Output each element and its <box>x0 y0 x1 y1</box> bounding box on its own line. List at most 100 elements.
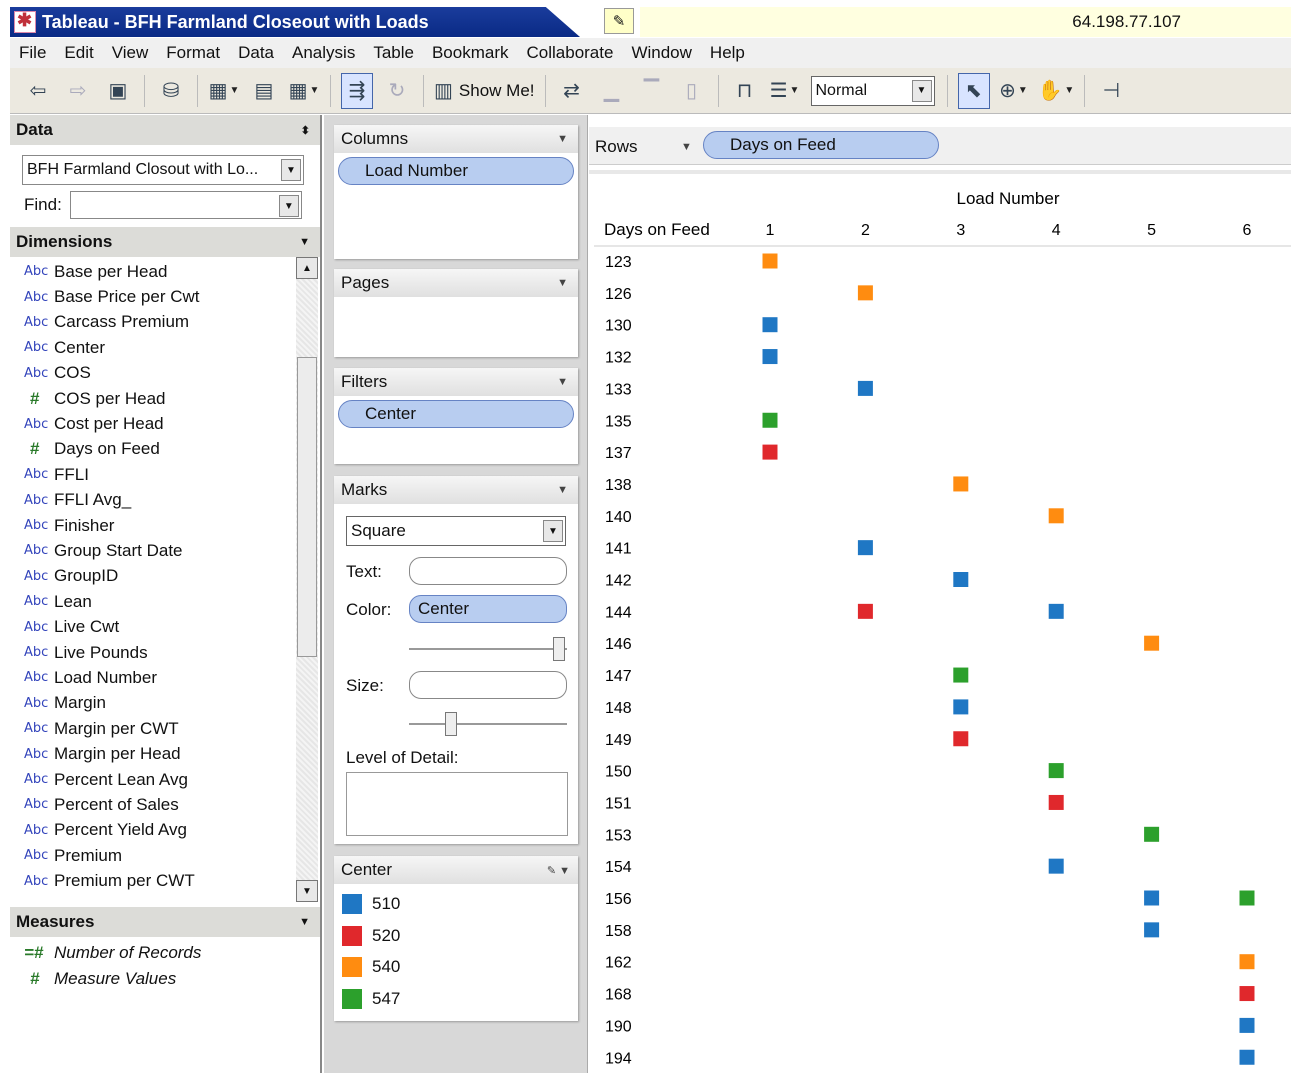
list-item[interactable]: Abc Base per Head <box>10 259 320 284</box>
chevron-down-icon[interactable]: ▼ <box>911 79 932 102</box>
columns-shelf[interactable]: Columns ▼ Load Number <box>334 125 578 259</box>
menu-collaborate[interactable]: Collaborate <box>518 43 623 63</box>
list-item[interactable]: Abc Margin <box>10 691 320 716</box>
sort-descending-icon[interactable]: ▔ <box>636 73 668 109</box>
size-slider[interactable] <box>409 712 567 736</box>
pan-hand-icon[interactable]: ✋ ▼ <box>1038 73 1075 109</box>
chevron-down-icon[interactable]: ▼ <box>557 376 568 388</box>
chevron-down-icon[interactable]: ▼ <box>557 484 568 496</box>
list-item[interactable]: Abc Margin per CWT <box>10 716 320 741</box>
list-item[interactable]: Abc Load Number <box>10 665 320 690</box>
filters-shelf[interactable]: Filters ▼ Center <box>334 368 578 464</box>
totals-icon[interactable]: ▯ <box>676 73 708 109</box>
labels-icon[interactable]: ☰ ▼ <box>769 73 801 109</box>
legend-item[interactable]: 520 <box>334 920 578 952</box>
legend-item[interactable]: 547 <box>334 983 578 1015</box>
menu-data[interactable]: Data <box>229 43 283 63</box>
scroll-up-icon[interactable]: ▲ <box>296 257 318 279</box>
legend-item[interactable]: 540 <box>334 951 578 983</box>
list-item[interactable]: Abc Finisher <box>10 513 320 538</box>
rows-shelf[interactable]: Rows ▼ Days on Feed <box>589 127 1291 165</box>
list-item[interactable]: Abc FFLI <box>10 462 320 487</box>
presentation-icon[interactable]: ⊓ <box>729 73 761 109</box>
list-item[interactable]: Abc Lean <box>10 589 320 614</box>
menu-bookmark[interactable]: Bookmark <box>423 43 518 63</box>
find-input[interactable]: ▼ <box>69 191 302 219</box>
chevron-down-icon[interactable]: ▼ <box>278 195 299 217</box>
list-item[interactable]: Abc Group Start Date <box>10 538 320 563</box>
dimensions-scrollbar[interactable]: ▲ ▼ <box>296 257 318 902</box>
color-field[interactable]: Center <box>409 595 567 623</box>
swap-axes-icon[interactable]: ⇄ <box>556 73 588 109</box>
visualization-area[interactable]: Load Number Days on Feed 1 2 3 4 5 6 123 126 130 13… <box>589 170 1291 1073</box>
chevron-down-icon[interactable]: ▼ <box>299 236 310 248</box>
menu-view[interactable]: View <box>103 43 158 63</box>
pin-icon[interactable]: ✎ <box>604 8 634 34</box>
text-field[interactable] <box>409 557 567 585</box>
sort-icon[interactable]: ⬍ <box>301 124 310 137</box>
list-item[interactable]: Abc Percent Yield Avg <box>10 818 320 843</box>
scroll-thumb[interactable] <box>297 357 317 657</box>
list-item[interactable]: Abc GroupID <box>10 564 320 589</box>
list-item[interactable]: # COS per Head <box>10 386 320 411</box>
chevron-down-icon[interactable]: ▼ <box>543 520 563 542</box>
size-field[interactable] <box>409 671 567 699</box>
chevron-down-icon[interactable]: ▼ <box>557 133 568 145</box>
scroll-down-icon[interactable]: ▼ <box>296 880 318 902</box>
menu-file[interactable]: File <box>10 43 55 63</box>
chevron-down-icon[interactable]: ▼ <box>557 277 568 289</box>
list-item[interactable]: =# Number of Records <box>10 940 320 966</box>
legend-item[interactable]: 510 <box>334 888 578 920</box>
menu-format[interactable]: Format <box>157 43 229 63</box>
show-me-button[interactable]: ▥ Show Me! <box>434 73 535 109</box>
list-item[interactable]: Abc Base Price per Cwt <box>10 284 320 309</box>
list-item[interactable]: Abc Premium <box>10 843 320 868</box>
chevron-down-icon[interactable]: ▼ <box>281 159 301 181</box>
pages-shelf[interactable]: Pages ▼ <box>334 269 578 357</box>
color-opacity-slider[interactable] <box>409 637 567 661</box>
slider-handle[interactable] <box>553 637 565 661</box>
list-item[interactable]: Abc Percent of Sales <box>10 792 320 817</box>
list-item[interactable]: Abc Percent Lean Avg <box>10 767 320 792</box>
clear-sheet-icon[interactable]: ▦ ▼ <box>288 73 320 109</box>
filters-pill[interactable]: Center <box>338 400 574 428</box>
menu-analysis[interactable]: Analysis <box>283 43 364 63</box>
save-icon[interactable]: ▣ <box>102 73 134 109</box>
zoom-icon[interactable]: ⊕ ▼ <box>998 73 1030 109</box>
list-item[interactable]: Abc Margin per Head <box>10 741 320 766</box>
columns-pill[interactable]: Load Number <box>338 157 574 185</box>
mark-type-select[interactable]: Square ▼ <box>346 516 566 546</box>
list-item[interactable]: Abc Live Pounds <box>10 640 320 665</box>
list-item[interactable]: Abc Center <box>10 335 320 360</box>
slider-handle[interactable] <box>445 712 457 736</box>
new-worksheet-icon[interactable]: ▦ ▼ <box>208 73 240 109</box>
auto-update-icon[interactable]: ⇶ <box>341 72 373 109</box>
list-item[interactable]: # Measure Values <box>10 966 320 992</box>
menu-edit[interactable]: Edit <box>55 43 102 63</box>
rows-pill[interactable]: Days on Feed <box>703 131 939 159</box>
refresh-icon[interactable]: ↻ <box>381 73 413 109</box>
back-arrow-icon[interactable]: ⇦ <box>22 73 54 109</box>
pin-axis-icon[interactable]: ⊣ <box>1095 73 1127 109</box>
chevron-down-icon[interactable]: ▼ <box>299 916 310 928</box>
list-item[interactable]: # Days on Feed <box>10 437 320 462</box>
list-item[interactable]: Abc Premium per CWT <box>10 868 320 893</box>
forward-arrow-icon[interactable]: ⇨ <box>62 73 94 109</box>
list-item[interactable]: Abc FFLI Avg_ <box>10 488 320 513</box>
list-item[interactable]: Abc Carcass Premium <box>10 310 320 335</box>
list-item[interactable]: Abc Live Cwt <box>10 614 320 639</box>
dimensions-header[interactable]: Dimensions ▼ <box>10 227 320 257</box>
scatter-chart[interactable]: Load NumberDays on Feed 1 2 3 4 5 612312613013… <box>589 174 1291 1073</box>
select-pointer-icon[interactable]: ⬉ <box>957 72 990 109</box>
list-item[interactable]: Abc Cost per Head <box>10 411 320 436</box>
fit-dropdown[interactable]: Normal ▼ <box>810 75 935 106</box>
edit-pencil-icon[interactable]: ✎ ▼ <box>547 864 570 877</box>
lod-shelf[interactable] <box>346 772 568 836</box>
datasource-select[interactable]: BFH Farmland Closout with Lo... ▼ <box>22 155 304 185</box>
chevron-down-icon[interactable]: ▼ <box>681 141 692 153</box>
menu-window[interactable]: Window <box>622 43 700 63</box>
duplicate-sheet-icon[interactable]: ▤ <box>248 73 280 109</box>
menu-help[interactable]: Help <box>701 43 754 63</box>
measures-header[interactable]: Measures ▼ <box>10 907 320 937</box>
menu-table[interactable]: Table <box>364 43 423 63</box>
